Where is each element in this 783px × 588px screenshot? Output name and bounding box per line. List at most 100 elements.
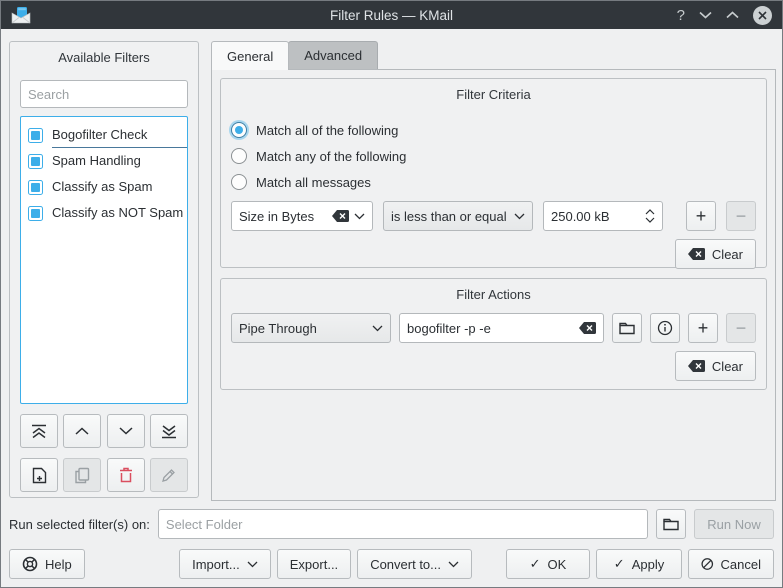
move-to-bottom-button[interactable] bbox=[150, 414, 188, 448]
remove-action-button[interactable]: − bbox=[726, 313, 756, 343]
list-item[interactable]: Bogofilter Check bbox=[28, 122, 187, 148]
clear-criteria-button[interactable]: Clear bbox=[675, 239, 756, 269]
criteria-field-value: Size in Bytes bbox=[239, 209, 327, 224]
radio-match-all-following[interactable]: Match all of the following bbox=[231, 117, 766, 143]
filter-search[interactable] bbox=[20, 80, 188, 108]
radio-icon[interactable] bbox=[231, 174, 247, 190]
filter-actions-title: Filter Actions bbox=[221, 279, 766, 305]
checkbox-checked-icon[interactable] bbox=[28, 180, 43, 195]
filter-name[interactable]: Spam Handling bbox=[52, 149, 187, 173]
new-filter-button[interactable] bbox=[20, 458, 58, 492]
list-item[interactable]: Classify as NOT Spam bbox=[28, 200, 187, 226]
copy-filter-button[interactable] bbox=[63, 458, 101, 492]
criteria-size-value: 250.00 kB bbox=[551, 209, 640, 224]
filter-actions-group: Filter Actions Pipe Through bbox=[220, 278, 767, 390]
convert-label: Convert to... bbox=[370, 557, 441, 572]
close-icon[interactable] bbox=[753, 6, 772, 25]
criteria-size-spinbox[interactable]: 250.00 kB bbox=[543, 201, 663, 231]
kmail-icon bbox=[11, 7, 31, 24]
titlebar: Filter Rules — KMail ? bbox=[1, 1, 782, 29]
checkbox-checked-icon[interactable] bbox=[28, 154, 43, 169]
radio-match-all-messages[interactable]: Match all messages bbox=[231, 169, 766, 195]
tab-content: Filter Criteria Match all of the followi… bbox=[211, 69, 776, 501]
filter-criteria-group: Filter Criteria Match all of the followi… bbox=[220, 78, 767, 268]
tabbar: General Advanced bbox=[211, 41, 378, 69]
footer-buttons: Help Import... Export... Convert to... ✓… bbox=[1, 549, 782, 579]
export-button[interactable]: Export... bbox=[277, 549, 351, 579]
choose-folder-button[interactable] bbox=[656, 509, 686, 539]
chevron-down-icon bbox=[247, 561, 258, 568]
checkbox-checked-icon[interactable] bbox=[28, 206, 43, 221]
check-icon: ✓ bbox=[530, 556, 541, 572]
filter-name[interactable]: Classify as NOT Spam bbox=[52, 201, 187, 225]
move-to-top-button[interactable] bbox=[20, 414, 58, 448]
available-filters-group: Available Filters Bogofilter Check Spam … bbox=[9, 41, 199, 498]
filter-list[interactable]: Bogofilter Check Spam Handling Classify … bbox=[20, 116, 188, 404]
cancel-icon bbox=[701, 557, 714, 571]
dialog-body: Available Filters Bogofilter Check Spam … bbox=[1, 29, 782, 588]
help-lifering-icon bbox=[22, 556, 38, 572]
cancel-button[interactable]: Cancel bbox=[688, 549, 774, 579]
check-icon: ✓ bbox=[614, 556, 625, 572]
rename-filter-button[interactable] bbox=[150, 458, 188, 492]
move-down-button[interactable] bbox=[107, 414, 145, 448]
add-action-button[interactable]: + bbox=[688, 313, 718, 343]
checkbox-checked-icon[interactable] bbox=[28, 128, 43, 143]
folder-select-field[interactable] bbox=[158, 509, 648, 539]
move-up-button[interactable] bbox=[63, 414, 101, 448]
radio-label: Match all messages bbox=[256, 175, 371, 190]
convert-to-button[interactable]: Convert to... bbox=[357, 549, 472, 579]
apply-button[interactable]: ✓ Apply bbox=[596, 549, 682, 579]
available-filters-title: Available Filters bbox=[20, 42, 188, 68]
titlebar-help-button[interactable]: ? bbox=[677, 7, 685, 24]
info-button[interactable] bbox=[650, 313, 680, 343]
clear-label: Clear bbox=[712, 247, 743, 262]
radio-label: Match any of the following bbox=[256, 149, 406, 164]
radio-match-any-following[interactable]: Match any of the following bbox=[231, 143, 766, 169]
criteria-comparator-value: is less than or equal to bbox=[391, 209, 509, 224]
action-type-combo[interactable]: Pipe Through bbox=[231, 313, 391, 343]
run-bar: Run selected filter(s) on: Run Now bbox=[1, 509, 782, 539]
minimize-icon[interactable] bbox=[699, 11, 712, 19]
add-criteria-button[interactable]: + bbox=[686, 201, 716, 231]
list-item[interactable]: Classify as Spam bbox=[28, 174, 187, 200]
help-label: Help bbox=[45, 557, 72, 572]
clear-command-icon[interactable] bbox=[579, 322, 596, 334]
chevron-down-icon bbox=[514, 213, 525, 220]
filter-name[interactable]: Bogofilter Check bbox=[52, 123, 187, 148]
spinner-arrows-icon[interactable] bbox=[645, 209, 655, 223]
list-item[interactable]: Spam Handling bbox=[28, 148, 187, 174]
criteria-comparator-combo[interactable]: is less than or equal to bbox=[383, 201, 533, 231]
tab-general[interactable]: General bbox=[211, 41, 289, 70]
remove-criteria-button[interactable]: − bbox=[726, 201, 756, 231]
help-button[interactable]: Help bbox=[9, 549, 85, 579]
chevron-down-icon bbox=[372, 325, 383, 332]
apply-label: Apply bbox=[632, 557, 665, 572]
filter-criteria-title: Filter Criteria bbox=[221, 79, 766, 105]
delete-filter-button[interactable] bbox=[107, 458, 145, 492]
filter-name[interactable]: Classify as Spam bbox=[52, 175, 187, 199]
run-label: Run selected filter(s) on: bbox=[9, 517, 150, 532]
clear-actions-button[interactable]: Clear bbox=[675, 351, 756, 381]
clear-field-icon[interactable] bbox=[332, 210, 349, 222]
import-button[interactable]: Import... bbox=[179, 549, 271, 579]
run-now-button[interactable]: Run Now bbox=[694, 509, 774, 539]
radio-selected-icon[interactable] bbox=[231, 122, 247, 138]
browse-file-button[interactable] bbox=[612, 313, 642, 343]
clear-label: Clear bbox=[712, 359, 743, 374]
ok-label: OK bbox=[548, 557, 567, 572]
tab-advanced[interactable]: Advanced bbox=[288, 41, 378, 69]
action-command-field[interactable] bbox=[399, 313, 604, 343]
maximize-icon[interactable] bbox=[726, 11, 739, 19]
filter-rules-dialog: Filter Rules — KMail ? Available Filters bbox=[0, 0, 783, 588]
command-input[interactable] bbox=[407, 321, 579, 336]
chevron-down-icon bbox=[354, 213, 365, 220]
cancel-label: Cancel bbox=[721, 557, 761, 572]
radio-icon[interactable] bbox=[231, 148, 247, 164]
search-input[interactable] bbox=[28, 87, 180, 102]
action-type-value: Pipe Through bbox=[239, 321, 367, 336]
window-title: Filter Rules — KMail bbox=[1, 8, 782, 23]
folder-input[interactable] bbox=[166, 517, 640, 532]
ok-button[interactable]: ✓ OK bbox=[506, 549, 590, 579]
criteria-field-combo[interactable]: Size in Bytes bbox=[231, 201, 373, 231]
